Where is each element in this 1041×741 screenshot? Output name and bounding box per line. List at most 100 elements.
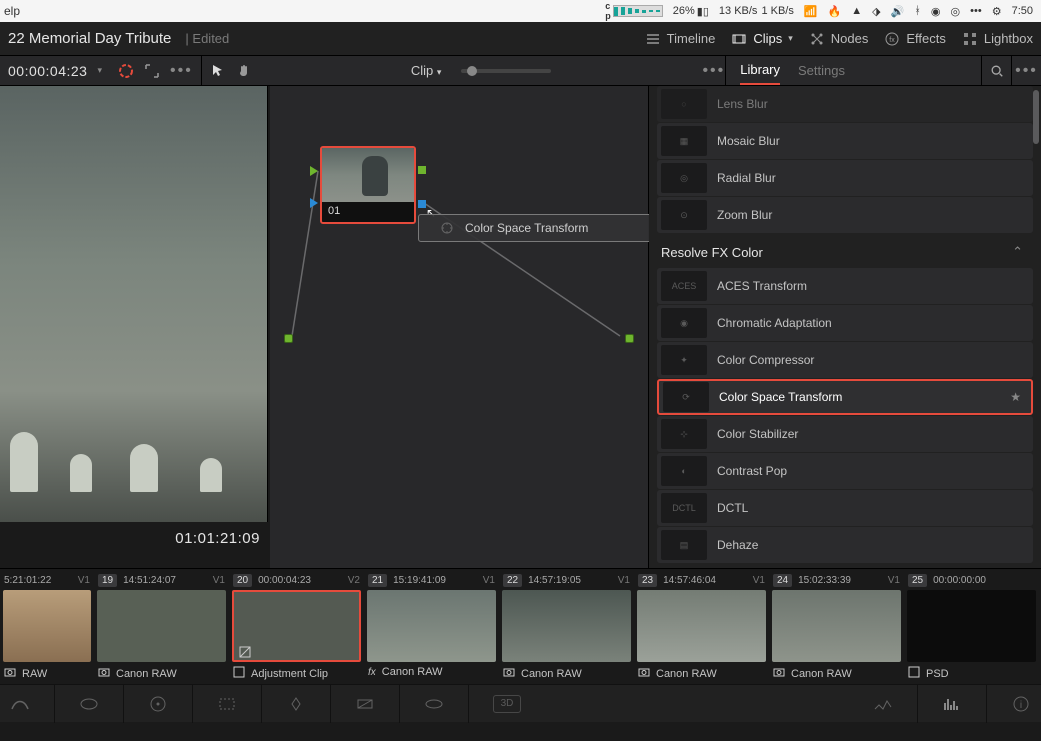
clip-cell-first[interactable]: 5:21:01:22V1RAW: [0, 569, 94, 684]
fx-thumb-icon: ◎: [661, 163, 707, 193]
stereo-3d-button[interactable]: 3D: [493, 695, 521, 713]
clip-cell-22[interactable]: 2214:57:19:05V1Canon RAW: [499, 569, 634, 684]
camera-icon: [638, 666, 650, 681]
tab-library[interactable]: Library: [740, 56, 780, 85]
fx-item-color-compressor[interactable]: ✦Color Compressor: [657, 342, 1033, 378]
fx-item-color-stabilizer[interactable]: ⊹Color Stabilizer: [657, 416, 1033, 452]
target-icon[interactable]: [148, 695, 168, 713]
scrollbar[interactable]: [1033, 90, 1039, 144]
clip-track: V1: [213, 575, 225, 586]
fx-item-mosaic-blur[interactable]: ▦Mosaic Blur: [657, 123, 1033, 159]
clip-cell-24[interactable]: 2415:02:33:39V1Canon RAW: [769, 569, 904, 684]
fx-thumb-icon: ✦: [661, 345, 707, 375]
bluetooth-icon[interactable]: ᚼ: [914, 5, 921, 17]
camera-icon: [503, 666, 515, 681]
clip-number: 23: [638, 574, 657, 587]
fx-item-dehaze[interactable]: ▤Dehaze: [657, 527, 1033, 563]
dropbox-icon[interactable]: ⬗: [872, 5, 880, 18]
fx-item-aces-transform[interactable]: ACESACES Transform: [657, 268, 1033, 304]
fx-category-color[interactable]: Resolve FX Color⌃: [657, 234, 1033, 268]
tab-effects[interactable]: fxEffects: [884, 31, 946, 47]
node-zoom-slider[interactable]: [461, 69, 551, 73]
node-graph[interactable]: 01 ↖ Color Space Transform: [270, 86, 649, 568]
volume-icon[interactable]: 🔊: [891, 5, 905, 18]
pointer-tool[interactable]: [210, 63, 226, 79]
fx-item-dctl[interactable]: DCTLDCTL: [657, 490, 1033, 526]
favorite-icon[interactable]: ★: [1010, 390, 1021, 404]
network-speed[interactable]: 13 KB/s1 KB/s: [719, 7, 794, 16]
battery-status[interactable]: 26% ▮▯: [673, 5, 709, 18]
fx-item-radial-blur[interactable]: ◎Radial Blur: [657, 160, 1033, 196]
fx-item-chromatic-adaptation[interactable]: ◉Chromatic Adaptation: [657, 305, 1033, 341]
clip-thumbnail: [97, 590, 226, 662]
node-alpha-output[interactable]: [418, 200, 426, 208]
effects-list[interactable]: ○Lens Blur ▦Mosaic Blur ◎Radial Blur ⊙Zo…: [649, 86, 1041, 568]
viewer-image[interactable]: [0, 86, 268, 522]
library-menu-icon[interactable]: •••: [1011, 56, 1041, 86]
chevron-down-icon[interactable]: ▾: [97, 65, 102, 76]
sync-icon[interactable]: ◉: [931, 5, 941, 18]
tab-nodes[interactable]: Nodes: [809, 31, 869, 47]
expand-icon[interactable]: [144, 63, 160, 79]
clip-thumbnails-bar[interactable]: 5:21:01:22V1RAW1914:51:24:07V1Canon RAW2…: [0, 568, 1041, 684]
triangle-icon[interactable]: ▲: [851, 5, 862, 17]
record-icon[interactable]: ◎: [951, 5, 961, 18]
clock[interactable]: 7:50: [1012, 5, 1033, 17]
camera-icon: [773, 666, 785, 681]
search-button[interactable]: [981, 56, 1011, 86]
control-center-icon[interactable]: ⚙: [992, 5, 1002, 18]
clip-track: V1: [753, 575, 765, 586]
fx-item-zoom-blur[interactable]: ⊙Zoom Blur: [657, 197, 1033, 233]
clip-mode-select[interactable]: Clip ▾: [411, 63, 442, 78]
fx-thumb-icon: ⊙: [661, 200, 707, 230]
tab-timeline[interactable]: Timeline: [645, 31, 716, 47]
project-title: 22 Memorial Day Tribute: [8, 30, 171, 47]
menu-help[interactable]: elp: [0, 4, 20, 18]
qualifier-icon[interactable]: [79, 695, 99, 713]
scopes-icon[interactable]: [873, 695, 893, 713]
clip-number: 25: [908, 574, 927, 587]
color-picker-icon[interactable]: [118, 63, 134, 79]
lightbox-icon: [962, 31, 978, 47]
fx-thumb-icon: ▦: [661, 126, 707, 156]
photoshop-icon: [908, 666, 920, 681]
tab-settings[interactable]: Settings: [798, 57, 845, 84]
clip-name: Canon RAW: [382, 666, 443, 678]
clip-cell-21[interactable]: 2115:19:41:09V1fxCanon RAW: [364, 569, 499, 684]
fx-badge-icon: fx: [368, 666, 376, 678]
pan-tool[interactable]: [236, 63, 252, 79]
clip-name: PSD: [926, 668, 949, 680]
window-icon[interactable]: [217, 695, 237, 713]
svg-text:fx: fx: [890, 37, 896, 44]
tab-lightbox[interactable]: Lightbox: [962, 31, 1033, 47]
color-node-01[interactable]: 01: [320, 146, 416, 224]
graph-output-node[interactable]: [625, 334, 634, 343]
wifi-icon[interactable]: 📶: [804, 5, 818, 18]
fx-item-color-space-transform[interactable]: ⟳Color Space Transform★: [657, 379, 1033, 415]
tab-clips[interactable]: Clips ▾: [731, 31, 792, 47]
waveform-icon[interactable]: [942, 695, 962, 713]
clip-thumbnail: [772, 590, 901, 662]
node-rgb-output[interactable]: [418, 166, 426, 174]
overflow-icon[interactable]: •••: [970, 5, 982, 17]
tracker-icon[interactable]: [286, 695, 306, 713]
curves-icon[interactable]: [10, 695, 30, 713]
clip-cell-23[interactable]: 2314:57:46:04V1Canon RAW: [634, 569, 769, 684]
adjustment-icon: [239, 645, 251, 657]
cpu-meter-icon[interactable]: cp: [605, 1, 663, 21]
record-timecode[interactable]: 00:00:04:23: [8, 63, 87, 79]
clip-cell-19[interactable]: 1914:51:24:07V1Canon RAW: [94, 569, 229, 684]
clip-cell-20[interactable]: 2000:00:04:23V2Adjustment Clip: [229, 569, 364, 684]
key-icon[interactable]: [424, 695, 444, 713]
viewer-menu-icon[interactable]: •••: [170, 62, 193, 80]
clip-thumbnail: [502, 590, 631, 662]
clip-timecode: 15:19:41:09: [393, 575, 446, 586]
info-icon[interactable]: i: [1011, 695, 1031, 713]
node-menu-icon[interactable]: •••: [702, 62, 725, 80]
flame-icon[interactable]: 🔥: [828, 5, 842, 18]
fx-item-contrast-pop[interactable]: ◐Contrast Pop: [657, 453, 1033, 489]
clip-cell-25[interactable]: 2500:00:00:00PSD: [904, 569, 1039, 684]
blur-icon[interactable]: [355, 695, 375, 713]
fx-item-lens-blur[interactable]: ○Lens Blur: [657, 86, 1033, 122]
graph-input-node[interactable]: [284, 334, 293, 343]
